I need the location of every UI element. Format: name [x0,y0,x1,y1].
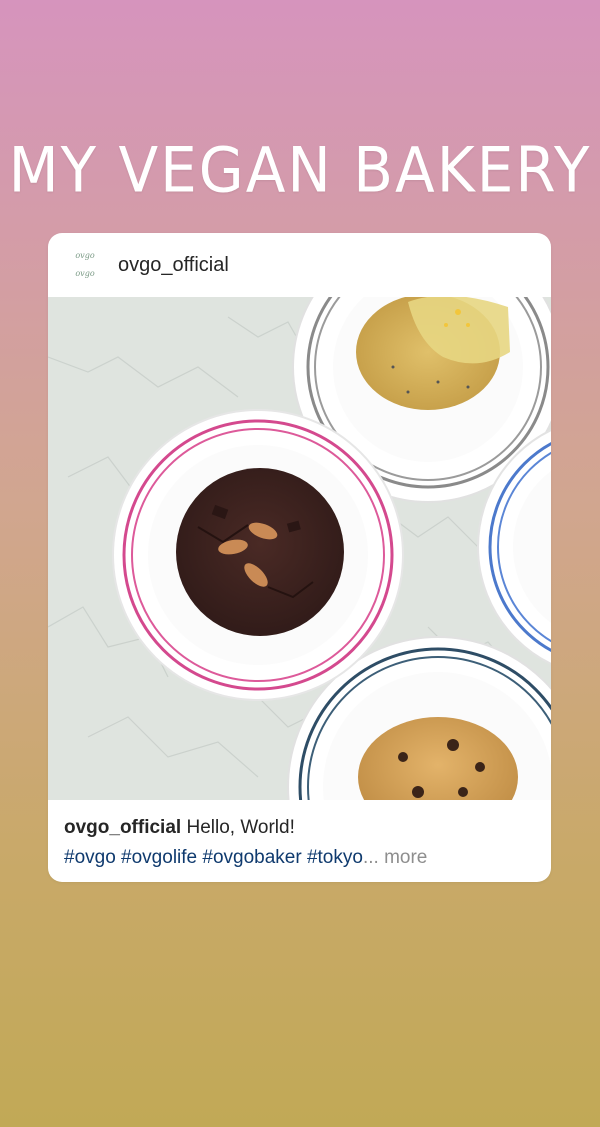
post-header: ovgo ovgo ovgo_official [48,233,551,297]
caption-line-2: #ovgo #ovgolife #ovgobaker #tokyo... mor… [64,843,544,873]
post-caption: ovgo_official Hello, World! #ovgo #ovgol… [64,813,544,873]
cookies-photo [48,297,551,800]
avatar[interactable]: ovgo ovgo [72,247,98,283]
avatar-text-bottom: ovgo [75,269,95,278]
more-link[interactable]: more [384,847,427,868]
post-card[interactable]: ovgo ovgo ovgo_official ovgo_official He… [48,233,551,882]
post-username[interactable]: ovgo_official [118,254,229,277]
avatar-text-top: ovgo [75,251,95,260]
post-photo [48,297,551,800]
plate-pink [112,409,404,701]
caption-hashtags[interactable]: #ovgo #ovgolife #ovgobaker #tokyo [64,847,363,868]
caption-username[interactable]: ovgo_official [64,817,181,838]
caption-ellipsis: ... [362,847,379,868]
caption-line-1: ovgo_official Hello, World! [64,813,544,843]
caption-text: Hello, World! [186,817,295,838]
story-headline: MY VEGAN BAKERY [8,133,592,207]
